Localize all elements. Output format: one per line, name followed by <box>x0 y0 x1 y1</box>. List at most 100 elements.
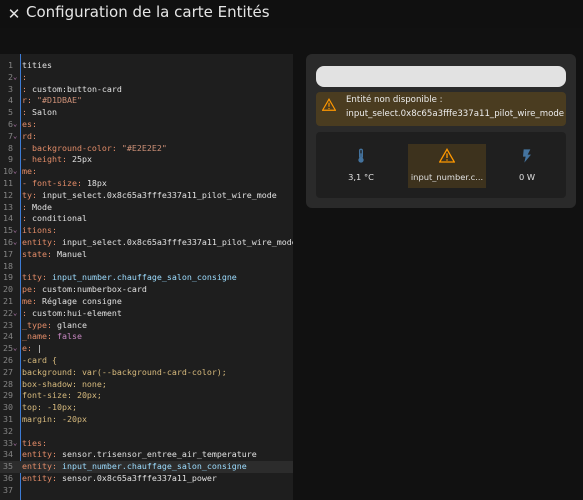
code-line[interactable]: 2 ⌄: <box>0 72 293 84</box>
line-number: 24 <box>3 331 13 342</box>
code-line[interactable]: 20 pe: custom:numberbox-card <box>0 284 293 296</box>
code-token: font-size: 20px; <box>22 390 102 401</box>
line-number: 28 <box>3 378 13 389</box>
line-number: 22 <box>3 307 13 318</box>
code-line[interactable]: 12 ty: input_select.0x8c65a3fffe337a11_pi… <box>0 190 293 202</box>
code-token: es: <box>22 119 37 129</box>
card-preview: Entité non disponible : input_select.0x8… <box>306 54 576 208</box>
code-line[interactable]: 8 - background-color: "#E2E2E2" <box>0 143 293 155</box>
code-text: - font-size: 18px <box>22 178 107 190</box>
code-token: input_number.chauffage_salon_consigne <box>61 461 247 472</box>
code-text: : <box>22 72 27 84</box>
code-token: background: var(--background-card-color)… <box>22 366 227 377</box>
code-token: tity: <box>22 272 52 283</box>
code-line[interactable]: 7 ⌄ rd: <box>0 131 293 143</box>
code-text: ties: <box>22 438 47 450</box>
code-token: state: <box>22 248 57 259</box>
code-line[interactable]: 37 <box>0 485 293 497</box>
code-line[interactable]: 15 ⌄ itions: <box>0 225 293 237</box>
fold-chevron-icon[interactable]: ⌄ <box>13 237 20 249</box>
code-line[interactable]: 32 <box>0 426 293 438</box>
code-line[interactable]: 26 -card { <box>0 355 293 367</box>
code-token: _type: <box>22 319 57 330</box>
code-token: Réglage consigne <box>41 296 122 306</box>
code-line[interactable]: 28 box-shadow: none; <box>0 379 293 391</box>
code-text: rd: <box>22 131 37 143</box>
code-token: : <box>22 307 32 318</box>
code-line[interactable]: 16 ⌄ entity: input_select.0x8c65a3fffe337a… <box>0 237 293 249</box>
code-token: Salon <box>32 107 57 118</box>
code-line[interactable]: 4 r: "#D1DBAE" <box>0 95 293 107</box>
line-number: 17 <box>3 248 13 259</box>
code-line[interactable]: 6 ⌄ es: <box>0 119 293 131</box>
code-token: : <box>22 71 27 82</box>
code-token: : <box>22 201 32 212</box>
close-icon[interactable]: ✕ <box>4 4 24 24</box>
code-line[interactable]: 33 ⌄ ties: <box>0 438 293 450</box>
fold-chevron-icon[interactable]: ⌄ <box>13 72 20 84</box>
line-number: 29 <box>3 390 13 401</box>
line-number: 2 <box>8 71 13 82</box>
code-token: - height: <box>22 154 72 165</box>
line-number: 10 <box>3 166 13 177</box>
code-token: entity: <box>22 237 62 247</box>
fold-chevron-icon[interactable]: ⌄ <box>13 343 20 355</box>
code-line[interactable]: 19 tity: input_number.chauffage_salon_con… <box>0 272 293 284</box>
glance-item-power[interactable]: 0 W <box>488 144 566 188</box>
fold-chevron-icon[interactable]: ⌄ <box>13 308 20 320</box>
code-line[interactable]: 23 _type: glance <box>0 320 293 332</box>
code-line[interactable]: 31 margin: -20px <box>0 414 293 426</box>
code-line[interactable]: 11 - font-size: 18px <box>0 178 293 190</box>
line-number: 3 <box>8 83 13 94</box>
code-line[interactable]: 3: custom:button-card <box>0 84 293 96</box>
fold-chevron-icon[interactable]: ⌄ <box>13 119 20 131</box>
code-line[interactable]: 25 ⌄ e: | <box>0 343 293 355</box>
code-line[interactable]: 27 background: var(--background-card-colo… <box>0 367 293 379</box>
line-number: 12 <box>3 189 13 200</box>
code-token: "#D1DBAE" <box>37 95 82 106</box>
code-line[interactable]: 5: Salon <box>0 107 293 119</box>
yaml-code-editor[interactable]: 1 tities 2 ⌄:3: custom:button-card 4 r: "#D1D… <box>0 54 293 500</box>
code-token: sensor.trisensor_entree_air_temperature <box>61 449 257 460</box>
code-token: - font-size: <box>22 178 87 188</box>
thermometer-icon <box>358 148 364 163</box>
code-line[interactable]: 21 me: Réglage consigne <box>0 296 293 308</box>
code-token: ty: <box>22 189 42 200</box>
code-line[interactable]: 9 - height: 25px <box>0 154 293 166</box>
code-token: input_select.0x8c65a3fffe337a11_pilot_wi… <box>61 237 293 247</box>
code-line[interactable]: 34 entity: sensor.trisensor_entree_air_te… <box>0 449 293 461</box>
code-token: r: <box>22 95 37 106</box>
button-card-bar[interactable] <box>316 66 566 87</box>
code-line[interactable]: 1 tities <box>0 60 293 72</box>
code-text: me: <box>22 166 37 178</box>
code-token: 25px <box>71 154 92 165</box>
line-number: 8 <box>8 142 13 153</box>
warning-entity: input_select.0x8c65a3fffe337a11_pilot_wi… <box>346 109 565 119</box>
code-token: false <box>56 331 82 342</box>
code-token: e: <box>22 343 37 354</box>
code-line[interactable]: 10 ⌄ me: <box>0 166 293 178</box>
code-line[interactable]: 17 state: Manuel <box>0 249 293 261</box>
code-text: r: "#D1DBAE" <box>22 95 82 107</box>
code-line[interactable]: 18 <box>0 261 293 273</box>
code-token: margin: -20px <box>22 414 87 424</box>
code-line[interactable]: 29 font-size: 20px; <box>0 390 293 402</box>
fold-chevron-icon[interactable]: ⌄ <box>13 438 20 450</box>
code-line[interactable]: 22 ⌄: custom:hui-element <box>0 308 293 320</box>
glance-item-consigne[interactable]: input_number.c... <box>408 144 486 188</box>
fold-chevron-icon[interactable]: ⌄ <box>13 166 20 178</box>
code-line[interactable]: 30 top: -10px; <box>0 402 293 414</box>
code-line[interactable]: 24 _name: false <box>0 331 293 343</box>
glance-item-temperature[interactable]: 3,1 °C <box>322 144 400 188</box>
code-token: me: <box>22 296 42 306</box>
code-token: "#E2E2E2" <box>121 142 167 153</box>
line-number: 16 <box>3 237 13 247</box>
fold-chevron-icon[interactable]: ⌄ <box>13 225 20 237</box>
code-line[interactable]: 36 entity: sensor.0x8c65a3fffe337a11_powe… <box>0 473 293 485</box>
line-number: 20 <box>3 284 13 295</box>
code-line[interactable]: 35 entity: input_number.chauffage_salon_c… <box>0 461 293 473</box>
code-line[interactable]: 14: conditional <box>0 213 293 225</box>
fold-chevron-icon[interactable]: ⌄ <box>13 131 20 143</box>
code-token: tities <box>22 60 52 70</box>
code-line[interactable]: 13: Mode <box>0 202 293 214</box>
